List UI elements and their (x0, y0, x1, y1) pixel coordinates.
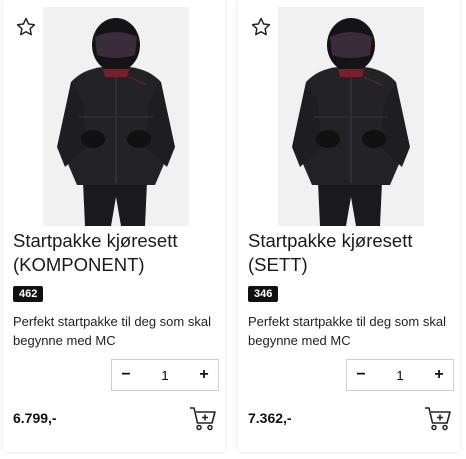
product-card[interactable]: Startpakke kjøresett (SETT) 346 Perfekt … (238, 0, 460, 452)
stock-badge: 346 (248, 286, 279, 302)
product-title[interactable]: Startpakke kjøresett (KOMPONENT) (13, 229, 219, 277)
product-title[interactable]: Startpakke kjøresett (SETT) (248, 229, 454, 277)
product-price: 7.362,- (248, 410, 292, 426)
product-image[interactable] (278, 7, 424, 226)
quantity-stepper: − + (346, 359, 454, 391)
favorite-star-icon[interactable] (248, 14, 274, 40)
product-image[interactable] (43, 7, 189, 226)
add-to-cart-icon[interactable] (189, 406, 217, 432)
product-price: 6.799,- (13, 410, 57, 426)
decrement-button[interactable]: − (347, 360, 375, 390)
increment-button[interactable]: + (190, 360, 218, 390)
quantity-input[interactable] (140, 366, 190, 384)
add-to-cart-icon[interactable] (424, 406, 452, 432)
stock-badge: 462 (13, 286, 44, 302)
product-card[interactable]: Startpakke kjøresett (KOMPONENT) 462 Per… (3, 0, 225, 452)
decrement-button[interactable]: − (112, 360, 140, 390)
increment-button[interactable]: + (425, 360, 453, 390)
quantity-stepper: − + (111, 359, 219, 391)
product-description: Perfekt startpakke til deg som skal begy… (248, 314, 446, 348)
quantity-input[interactable] (375, 366, 425, 384)
product-description: Perfekt startpakke til deg som skal begy… (13, 314, 211, 348)
favorite-star-icon[interactable] (13, 14, 39, 40)
